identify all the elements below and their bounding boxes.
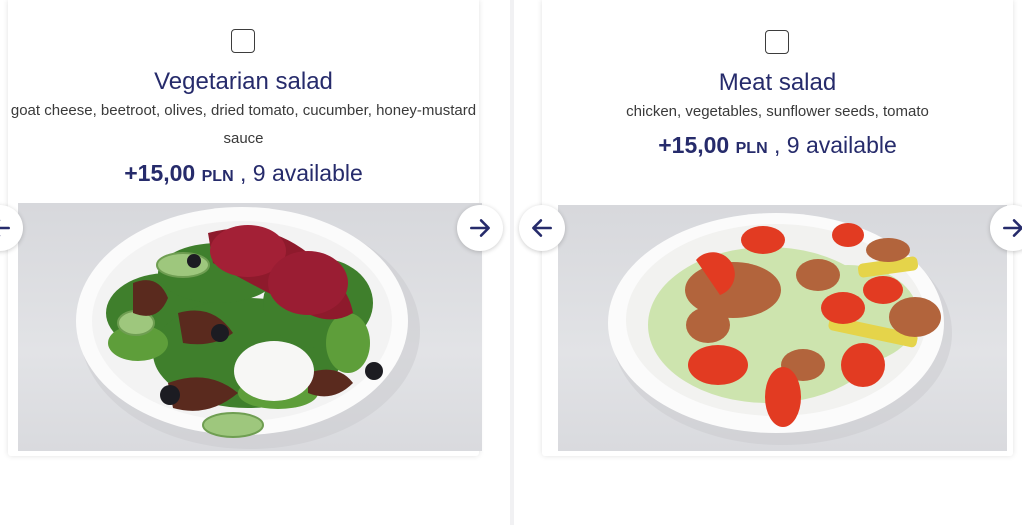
prev-image-button[interactable] [519, 205, 565, 251]
price-amount: +15,00 [658, 132, 730, 158]
select-checkbox[interactable] [231, 29, 255, 53]
arrow-right-icon [1003, 219, 1022, 237]
select-checkbox[interactable] [765, 30, 789, 54]
product-description: chicken, vegetables, sunflower seeds, to… [626, 103, 929, 120]
salad-vegetarian-photo [18, 203, 482, 451]
next-image-button[interactable] [457, 205, 503, 251]
price-line: +15,00 PLN , 9 available [8, 160, 479, 187]
product-title: Vegetarian salad [154, 68, 333, 95]
availability-count: , 9 available [774, 132, 897, 158]
product-description: goat cheese, beetroot, olives, dried tom… [10, 102, 477, 147]
price-line: +15,00 PLN , 9 available [542, 132, 1013, 159]
arrow-right-icon [470, 219, 490, 237]
availability-count: , 9 available [240, 160, 363, 186]
price-amount: +15,00 [124, 160, 196, 186]
price-currency: PLN [201, 168, 234, 185]
arrow-left-icon [532, 219, 552, 237]
price-currency: PLN [735, 140, 768, 157]
product-card-meat: Meat salad chicken, vegetables, sunflowe… [519, 0, 1022, 456]
product-title: Meat salad [718, 69, 837, 96]
product-card-vegetarian: Vegetarian salad goat cheese, beetroot, … [0, 0, 503, 456]
arrow-left-icon [0, 219, 10, 237]
salad-meat-photo [558, 205, 1007, 451]
